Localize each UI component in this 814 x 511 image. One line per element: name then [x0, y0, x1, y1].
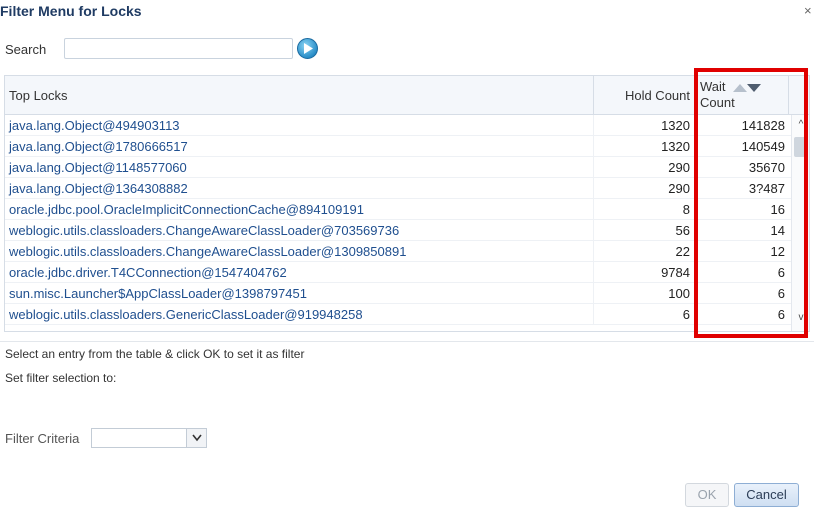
column-header-top-locks[interactable]: Top Locks: [5, 76, 594, 115]
scrollbar-thumb[interactable]: [794, 137, 807, 157]
wait-count: 14: [770, 223, 785, 238]
hold-count: 100: [594, 283, 695, 304]
table-header: Top Locks Hold Count Wait Count: [5, 76, 809, 115]
wait-count: 140549: [741, 139, 785, 154]
hold-count: 1320: [594, 136, 695, 157]
sort-descending-icon[interactable]: [747, 83, 762, 92]
search-label: Search: [5, 42, 47, 57]
lock-name[interactable]: java.lang.Object@494903113: [5, 115, 594, 136]
search-go-button[interactable]: [297, 38, 318, 59]
hold-count: 56: [594, 220, 695, 241]
wait-count: 6: [777, 286, 785, 301]
wait-count: 6: [777, 307, 785, 322]
table-row[interactable]: java.lang.Object@494903113 1320 141828: [5, 115, 791, 136]
table-row[interactable]: sun.misc.Launcher$AppClassLoader@1398797…: [5, 283, 791, 304]
instruction-text: Select an entry from the table & click O…: [5, 347, 305, 361]
lock-name[interactable]: java.lang.Object@1780666517: [5, 136, 594, 157]
hold-count: 290: [594, 178, 695, 199]
scroll-up-icon[interactable]: ^: [795, 119, 807, 131]
vertical-scrollbar[interactable]: ^ v: [791, 115, 809, 331]
set-filter-label: Set filter selection to:: [5, 371, 117, 385]
column-header-hold-count[interactable]: Hold Count: [594, 76, 695, 115]
table-row[interactable]: java.lang.Object@1364308882 290 3?487: [5, 178, 791, 199]
lock-name[interactable]: sun.misc.Launcher$AppClassLoader@1398797…: [5, 283, 594, 304]
table-row[interactable]: oracle.jdbc.driver.T4CConnection@1547404…: [5, 262, 791, 283]
wait-count: 3?487: [748, 181, 785, 196]
hold-count: 22: [594, 241, 695, 262]
wait-count: 12: [770, 244, 785, 259]
lock-name[interactable]: oracle.jdbc.pool.OracleImplicitConnectio…: [5, 199, 594, 220]
wait-header-line1: Wait: [700, 79, 726, 94]
wait-header-line2: Count: [700, 95, 735, 110]
go-arrow-icon: [304, 43, 313, 54]
table-row[interactable]: weblogic.utils.classloaders.ChangeAwareC…: [5, 241, 791, 262]
table-row[interactable]: java.lang.Object@1780666517 1320 140549: [5, 136, 791, 157]
hold-count: 1320: [594, 115, 695, 136]
top-locks-table: Top Locks Hold Count Wait Count java.lan…: [4, 75, 810, 332]
filter-criteria-select[interactable]: [91, 428, 207, 448]
table-row[interactable]: weblogic.utils.classloaders.GenericClass…: [5, 304, 791, 325]
lock-name[interactable]: weblogic.utils.classloaders.ChangeAwareC…: [5, 220, 594, 241]
table-row[interactable]: oracle.jdbc.pool.OracleImplicitConnectio…: [5, 199, 791, 220]
wait-count: 141828: [741, 118, 785, 133]
hold-count: 290: [594, 157, 695, 178]
lock-name[interactable]: java.lang.Object@1364308882: [5, 178, 594, 199]
hold-count: 8: [594, 199, 695, 220]
lock-name[interactable]: weblogic.utils.classloaders.ChangeAwareC…: [5, 241, 594, 262]
lock-name[interactable]: java.lang.Object@1148577060: [5, 157, 594, 178]
close-icon[interactable]: ×: [804, 3, 812, 18]
dropdown-arrow-icon[interactable]: [186, 429, 206, 447]
wait-count: 35670: [748, 160, 785, 175]
search-input[interactable]: [64, 38, 293, 59]
lock-name[interactable]: weblogic.utils.classloaders.GenericClass…: [5, 304, 594, 325]
filter-criteria-label: Filter Criteria: [5, 431, 80, 446]
wait-count: 6: [777, 265, 785, 280]
table-row[interactable]: weblogic.utils.classloaders.ChangeAwareC…: [5, 220, 791, 241]
section-divider: [0, 341, 814, 342]
table-body: java.lang.Object@494903113 1320 141828 j…: [5, 115, 791, 331]
lock-name[interactable]: oracle.jdbc.driver.T4CConnection@1547404…: [5, 262, 594, 283]
scroll-down-icon[interactable]: v: [795, 312, 807, 324]
ok-button[interactable]: OK: [685, 483, 729, 507]
hold-count: 9784: [594, 262, 695, 283]
cancel-button[interactable]: Cancel: [734, 483, 799, 507]
hold-count: 6: [594, 304, 695, 325]
sort-ascending-icon[interactable]: [733, 83, 748, 92]
table-row[interactable]: java.lang.Object@1148577060 290 35670: [5, 157, 791, 178]
wait-count: 16: [770, 202, 785, 217]
column-header-wait-count[interactable]: Wait Count: [695, 76, 789, 115]
dialog-title: Filter Menu for Locks: [0, 3, 142, 19]
